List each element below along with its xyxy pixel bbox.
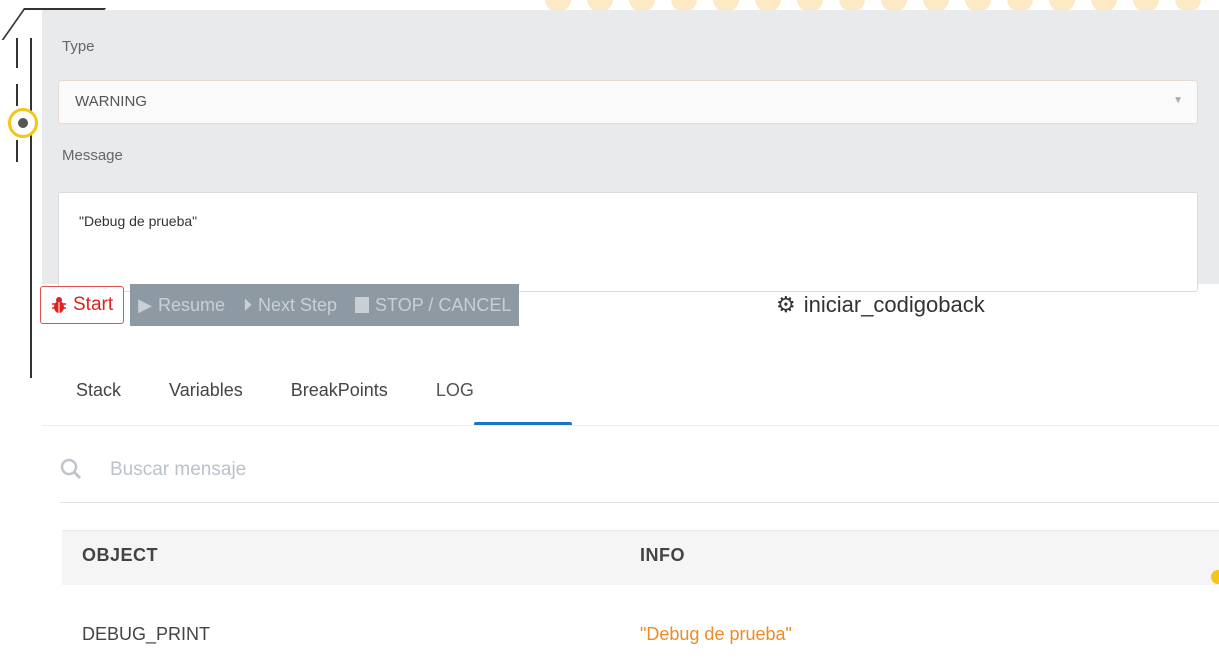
column-header-info: INFO xyxy=(640,545,685,565)
gutter-line xyxy=(16,38,18,68)
next-step-icon: ⏵ xyxy=(243,294,252,315)
stop-icon xyxy=(355,297,370,313)
process-name-label: iniciar_codigoback xyxy=(803,292,985,317)
gutter-line xyxy=(16,140,18,162)
message-field[interactable]: "Debug de prueba" xyxy=(58,192,1198,292)
cell-info: "Debug de prueba" xyxy=(640,624,792,644)
type-select-value: WARNING xyxy=(75,93,147,110)
tabs-divider xyxy=(42,425,1219,426)
tab-stack[interactable]: Stack xyxy=(76,380,121,401)
debug-tabs: Stack Variables BreakPoints LOG xyxy=(76,380,522,401)
tab-breakpoints[interactable]: BreakPoints xyxy=(291,380,388,401)
search-input[interactable] xyxy=(108,458,712,482)
next-step-button-label: Next Step xyxy=(258,294,338,315)
type-label: Type xyxy=(62,38,95,55)
decorative-dot xyxy=(1211,570,1219,584)
resume-button-label: Resume xyxy=(157,294,225,315)
gutter-line xyxy=(16,84,18,106)
message-label: Message xyxy=(62,147,123,164)
resume-button[interactable]: ▶ Resume xyxy=(138,295,225,316)
search-icon xyxy=(60,458,82,480)
column-header-object: OBJECT xyxy=(82,545,159,565)
debug-controls-group: ▶ Resume ⏵ Next Step STOP / CANCEL xyxy=(130,284,520,326)
log-search xyxy=(60,450,1219,503)
stop-cancel-button-label: STOP / CANCEL xyxy=(375,294,512,315)
type-select[interactable]: WARNING ▼ xyxy=(58,80,1198,124)
next-step-button[interactable]: ⏵ Next Step xyxy=(243,295,337,316)
gutter-line xyxy=(30,38,32,378)
stop-cancel-button[interactable]: STOP / CANCEL xyxy=(355,295,511,316)
play-icon: ▶ xyxy=(138,294,152,315)
breakpoint-marker[interactable] xyxy=(8,108,38,138)
cell-object: DEBUG_PRINT xyxy=(82,624,211,644)
tab-log[interactable]: LOG xyxy=(436,380,474,401)
tab-variables[interactable]: Variables xyxy=(169,380,243,401)
bug-icon xyxy=(52,297,66,313)
chevron-down-icon: ▼ xyxy=(1173,95,1183,106)
process-name: ⚙ iniciar_codigoback xyxy=(776,292,985,318)
table-row[interactable]: DEBUG_PRINT "Debug de prueba" xyxy=(62,608,1219,662)
log-table-header: OBJECT INFO xyxy=(62,530,1219,585)
debug-toolbar: Start ▶ Resume ⏵ Next Step STOP / CANCEL xyxy=(40,284,520,326)
properties-panel: Type WARNING ▼ Message "Debug de prueba" xyxy=(42,10,1219,292)
start-button[interactable]: Start xyxy=(40,286,125,324)
message-field-value: "Debug de prueba" xyxy=(79,213,198,229)
gear-icon: ⚙ xyxy=(776,292,796,317)
start-button-label: Start xyxy=(73,294,114,315)
